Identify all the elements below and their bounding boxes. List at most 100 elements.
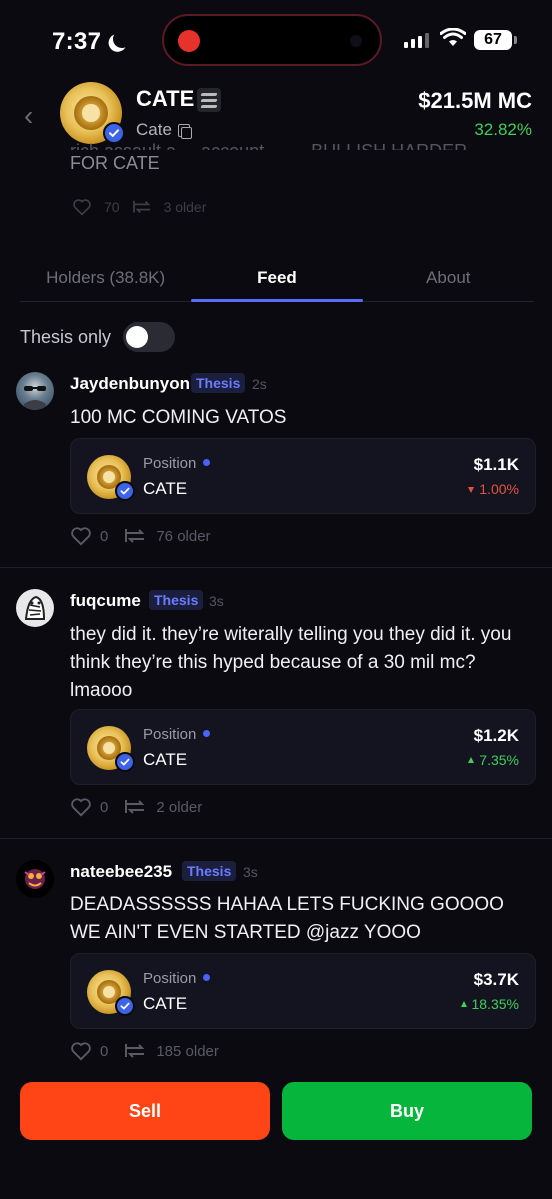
clock-time: 7:37 — [52, 28, 102, 55]
position-change: 7.35% — [479, 752, 519, 768]
pinned-post-clipped-line: rich assault a ... account · ... · BULLI… — [70, 140, 530, 150]
post-actions: 0 185 older — [70, 1041, 219, 1061]
live-dot-icon — [203, 974, 211, 981]
moon-icon — [112, 29, 133, 50]
tab-about[interactable]: About — [363, 262, 534, 301]
position-value: $3.7K — [473, 970, 519, 989]
recording-indicator-icon — [178, 30, 200, 52]
heart-icon[interactable] — [70, 797, 92, 817]
thesis-only-toggle[interactable] — [123, 322, 176, 352]
signal-icon — [404, 32, 429, 48]
buy-button[interactable]: Buy — [282, 1082, 532, 1140]
battery-level: 67 — [484, 31, 502, 48]
position-value: $1.2K — [473, 726, 519, 745]
token-menu-icon[interactable] — [197, 88, 221, 112]
clock: 7:37 — [52, 28, 125, 56]
like-count: 0 — [100, 798, 109, 816]
down-arrow-icon — [468, 487, 475, 493]
repost-icon — [132, 200, 150, 213]
older-count[interactable]: 76 older — [156, 528, 210, 545]
position-label-row: Position — [143, 970, 211, 987]
tab-bar: Holders (38.8K) Feed About — [20, 262, 534, 302]
up-arrow-icon — [468, 757, 475, 763]
post-time: 3s — [209, 593, 224, 609]
position-label: Position — [143, 970, 197, 987]
repost-icon[interactable] — [124, 527, 146, 545]
battery-icon: 67 — [474, 30, 517, 50]
pinned-post-line: FOR CATE — [70, 153, 160, 173]
post-time: 3s — [243, 864, 258, 880]
position-change: 18.35% — [471, 996, 519, 1012]
tab-holders[interactable]: Holders (38.8K) — [20, 262, 191, 301]
feed-post[interactable]: Jaydenbunyon Thesis 2s 100 MC COMING VAT… — [0, 366, 552, 566]
avatar[interactable] — [16, 372, 54, 410]
thesis-badge: Thesis — [149, 590, 204, 610]
feed-post[interactable]: fuqcume Thesis 3s they did it. they’re w… — [0, 567, 552, 837]
market-cap: $21.5M MC — [418, 88, 532, 113]
pinned-post-likes: 70 — [104, 199, 120, 215]
like-count: 0 — [100, 1042, 109, 1060]
position-card[interactable]: Position CATE $1.2K 7.35% — [70, 709, 536, 785]
token-name: CATE — [136, 86, 195, 111]
position-ticker: CATE — [143, 479, 188, 498]
heart-icon[interactable] — [70, 526, 92, 546]
thesis-badge: Thesis — [191, 373, 246, 393]
like-count: 0 — [100, 527, 109, 545]
status-bar: 7:37 67 — [0, 0, 552, 80]
verified-badge-icon — [115, 481, 135, 501]
position-card[interactable]: Position CATE $3.7K 18.35% — [70, 953, 536, 1029]
dynamic-island — [162, 14, 382, 66]
thesis-only-label: Thesis only — [20, 326, 112, 347]
post-divider — [0, 838, 552, 839]
position-value: $1.1K — [473, 455, 519, 474]
post-username[interactable]: Jaydenbunyon — [70, 374, 190, 394]
token-ticker: Cate — [136, 120, 172, 139]
position-label-row: Position — [143, 726, 211, 743]
position-ticker: CATE — [143, 994, 188, 1013]
market-cap-change: 32.82% — [474, 120, 532, 139]
repost-icon[interactable] — [124, 1042, 146, 1060]
feed-post[interactable]: nateebee235 Thesis 3s DEADASSSSSS HAHAA … — [0, 838, 552, 1066]
heart-icon — [73, 199, 91, 216]
trade-action-bar: Sell Buy — [0, 1066, 552, 1199]
post-username[interactable]: nateebee235 — [70, 862, 172, 882]
post-actions: 0 76 older — [70, 526, 211, 546]
avatar[interactable] — [16, 589, 54, 627]
copy-icon[interactable] — [177, 123, 192, 139]
position-label: Position — [143, 726, 197, 743]
position-label-row: Position — [143, 455, 211, 472]
thesis-only-filter: Thesis only — [20, 322, 176, 352]
avatar[interactable] — [16, 860, 54, 898]
tab-feed[interactable]: Feed — [191, 262, 363, 302]
up-arrow-icon — [460, 1001, 467, 1007]
position-change-row: 18.35% — [460, 996, 519, 1012]
position-label: Position — [143, 455, 197, 472]
verified-badge-icon — [115, 752, 135, 772]
heart-icon[interactable] — [70, 1041, 92, 1061]
position-change-row: 7.35% — [468, 752, 519, 768]
position-ticker: CATE — [143, 750, 188, 769]
post-username[interactable]: fuqcume — [70, 591, 141, 611]
post-text: DEADASSSSSS HAHAA LETS FUCKING GOOOO WE … — [70, 894, 504, 943]
position-card[interactable]: Position CATE $1.1K 1.00% — [70, 438, 536, 514]
older-count[interactable]: 185 older — [156, 1043, 219, 1060]
live-dot-icon — [203, 459, 211, 466]
verified-badge-icon — [115, 996, 135, 1016]
repost-icon[interactable] — [124, 798, 146, 816]
position-change-row: 1.00% — [468, 481, 519, 497]
live-dot-icon — [203, 730, 211, 737]
position-change: 1.00% — [479, 481, 519, 497]
wifi-icon — [440, 28, 466, 46]
back-chevron-icon[interactable]: ‹ — [24, 100, 33, 132]
token-ticker-row[interactable]: Cate — [136, 120, 192, 140]
older-count[interactable]: 2 older — [156, 799, 202, 816]
pinned-post-text: rich assault a ... account · ... · BULLI… — [70, 140, 530, 188]
sell-button[interactable]: Sell — [20, 1082, 270, 1140]
post-time: 2s — [252, 376, 267, 392]
camera-icon — [350, 35, 362, 47]
post-text: 100 MC COMING VATOS — [70, 407, 287, 428]
post-divider — [0, 567, 552, 568]
post-text: they did it. they’re witerally telling y… — [70, 624, 512, 701]
pinned-post-older: 3 older — [163, 199, 207, 215]
pinned-post-meta: 70 3 older — [72, 198, 206, 216]
